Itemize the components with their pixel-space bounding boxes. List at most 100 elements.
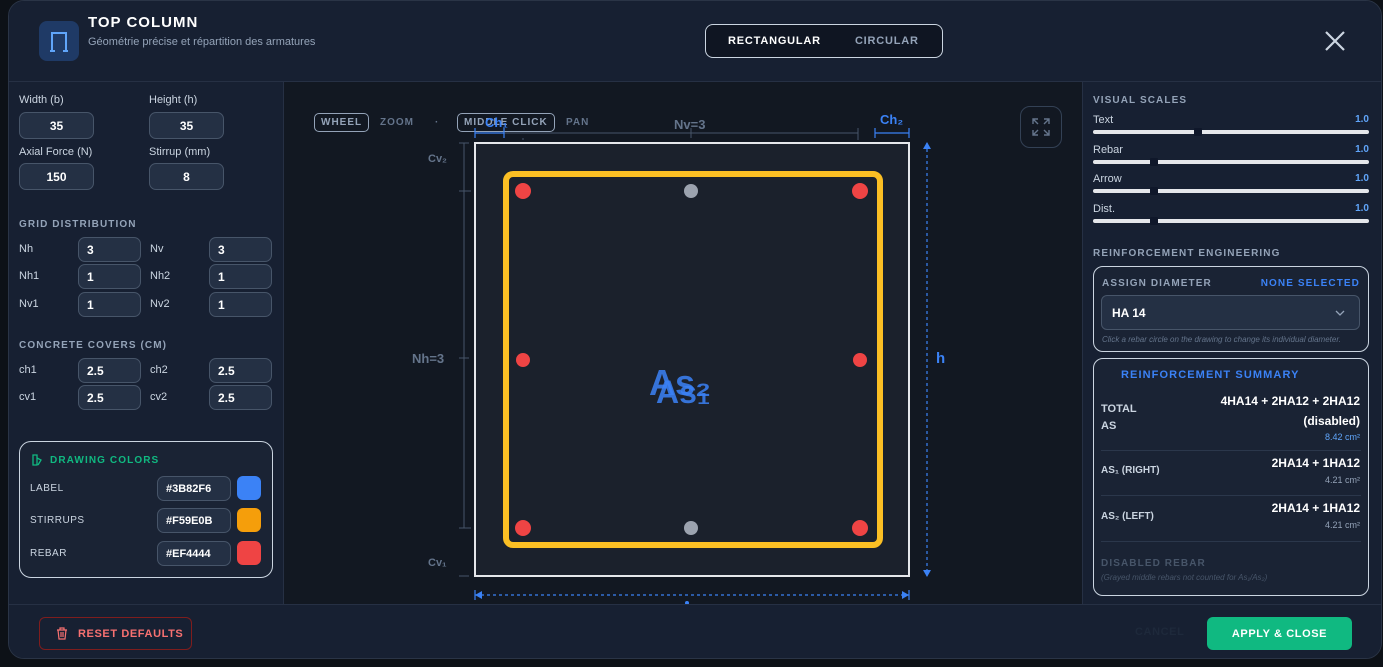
trash-icon [57,627,67,640]
summary-title: REINFORCEMENT SUMMARY [1121,369,1300,381]
tab-circular[interactable]: CIRCULAR [841,28,933,54]
drawing-canvas[interactable]: WHEEL ZOOM · MIDDLE CLICK PAN Ch₁ Ch₂ Nv… [284,82,1082,604]
close-icon[interactable] [1323,29,1347,53]
label-ch1: Ch₁ [485,115,508,130]
width-input[interactable]: 35 [19,112,94,139]
reset-defaults-button[interactable]: RESET DEFAULTS [39,617,192,650]
label-h: h [936,350,945,367]
assign-hint: Click a rebar circle on the drawing to c… [1102,335,1341,344]
disabled-rebar-label: DISABLED REBAR [1101,558,1206,569]
nv1-input[interactable]: 1 [78,292,141,317]
nv-input[interactable]: 3 [209,237,272,262]
as1-area: 4.21 cm² [1324,475,1360,485]
top-column-dialog: TOP COLUMN Géométrie précise et répartit… [8,0,1382,659]
cancel-button[interactable]: CANCEL [1135,626,1184,638]
axial-force-label: Axial Force (N) [19,146,93,158]
stirrups-color-input[interactable]: #F59E0B [157,508,231,533]
grid-distribution-title: GRID DISTRIBUTION [19,219,137,230]
disabled-rebar-note: (Grayed middle rebars not counted for As… [1101,573,1268,582]
right-panel: VISUAL SCALES Text 1.0 Rebar 1.0 Arrow 1.0 Dis… [1082,82,1381,604]
stirrups-color-swatch[interactable] [237,508,261,532]
rebar-color-swatch[interactable] [237,541,261,565]
nh2-input[interactable]: 1 [209,264,272,289]
column-section-drawing: Ch₁ Ch₂ Nv=3 Cv₂ Cv₁ Nh=3 h As₂ As₁ [412,112,945,604]
scale-slider-thumb[interactable] [1149,187,1158,195]
reset-defaults-label: RESET DEFAULTS [78,627,184,640]
visual-scales-title: VISUAL SCALES [1093,95,1188,106]
dialog-header: TOP COLUMN Géométrie précise et répartit… [9,1,1381,82]
dialog-subtitle: Géométrie précise et répartition des arm… [88,36,316,48]
dialog-title: TOP COLUMN [88,14,199,31]
nh1-input[interactable]: 1 [78,264,141,289]
scale-slider[interactable] [1093,130,1369,134]
scale-slider[interactable] [1093,218,1369,223]
as2-label: AS₂ (LEFT) [1101,511,1154,522]
stirrup-input[interactable]: 8 [149,163,224,190]
as2-area: 4.21 cm² [1324,520,1360,530]
total-as-label: TOTAL AS [1101,403,1137,432]
scale-slider-thumb[interactable] [1149,216,1158,225]
nv2-label: Nv2 [150,298,170,310]
column-logo-icon [39,21,79,61]
scale-value: 1.0 [1355,143,1369,155]
label-nv: Nv=3 [674,117,705,132]
scale-value: 1.0 [1355,173,1369,184]
scale-slider[interactable] [1093,159,1369,164]
total-as-formula: 4HA14 + 2HA12 + 2HA12 (disabled) [1220,394,1360,428]
scale-slider-thumb[interactable] [1193,128,1202,136]
palette-icon [32,454,42,466]
label-ch2: Ch₂ [880,112,903,127]
as2-formula: 2HA14 + 1HA12 [1271,501,1360,515]
as1-formula: 2HA14 + 1HA12 [1271,456,1360,470]
shape-toggle: RECTANGULAR CIRCULAR [705,24,943,58]
rebar-color-input[interactable]: #EF4444 [157,541,231,566]
nh-label: Nh [19,243,34,255]
reinforcement-summary-card: REINFORCEMENT SUMMARY TOTAL AS 4HA14 + 2… [1093,358,1369,596]
label-color-input[interactable]: #3B82F6 [157,476,231,501]
stirrup-label: Stirrup (mm) [149,146,211,158]
summary-divider [1101,495,1361,496]
tab-rectangular[interactable]: RECTANGULAR [710,28,841,54]
nv2-input[interactable]: 1 [209,292,272,317]
scale-value: 1.0 [1355,202,1369,214]
width-label: Width (b) [19,94,64,106]
cv1-input[interactable]: 2.5 [78,385,141,410]
label-color-swatch[interactable] [237,476,261,500]
label-color-name: LABEL [30,483,64,494]
cv1-label: cv1 [19,391,37,403]
ch2-input[interactable]: 2.5 [209,358,272,383]
diameter-select-value: HA 14 [1112,305,1146,320]
scale-label: Arrow [1093,173,1122,185]
apply-close-button[interactable]: APPLY & CLOSE [1207,617,1352,650]
stirrups-color-name: STIRRUPS [30,515,85,526]
scale-label: Text [1093,114,1114,126]
ch1-input[interactable]: 2.5 [78,358,141,383]
nh1-label: Nh1 [19,270,40,282]
drawing-colors-title: DRAWING COLORS [50,455,160,466]
nh-input[interactable]: 3 [78,237,141,262]
axial-force-input[interactable]: 150 [19,163,94,190]
as1-label: AS₁ (RIGHT) [1101,465,1160,476]
height-input[interactable]: 35 [149,112,224,139]
rebar-color-name: REBAR [30,548,67,559]
left-panel: Width (b) 35 Height (h) 35 Axial Force (… [9,82,284,604]
scale-slider[interactable] [1093,189,1369,193]
summary-divider [1101,541,1361,542]
cv2-label: cv2 [150,391,168,403]
label-nh: Nh=3 [412,351,444,366]
cv2-input[interactable]: 2.5 [209,385,272,410]
reinforcement-engineering-title: REINFORCEMENT ENGINEERING [1093,248,1281,259]
drawing-colors-card: DRAWING COLORS LABEL #3B82F6 STIRRUPS #F… [19,441,273,578]
scale-label: Dist. [1093,202,1115,215]
nv1-label: Nv1 [19,298,39,310]
total-as-area: 8.42 cm² [1324,432,1360,442]
ch1-label: ch1 [19,364,37,376]
scale-slider-thumb[interactable] [1149,157,1158,166]
label-as1: As₁ [656,374,710,410]
assign-diameter-label: ASSIGN DIAMETER [1102,278,1212,289]
chevron-down-icon [1335,310,1345,316]
diameter-select[interactable]: HA 14 [1101,295,1360,330]
concrete-covers-title: CONCRETE COVERS (CM) [19,340,168,351]
summary-divider [1101,450,1361,451]
height-label: Height (h) [149,94,198,106]
